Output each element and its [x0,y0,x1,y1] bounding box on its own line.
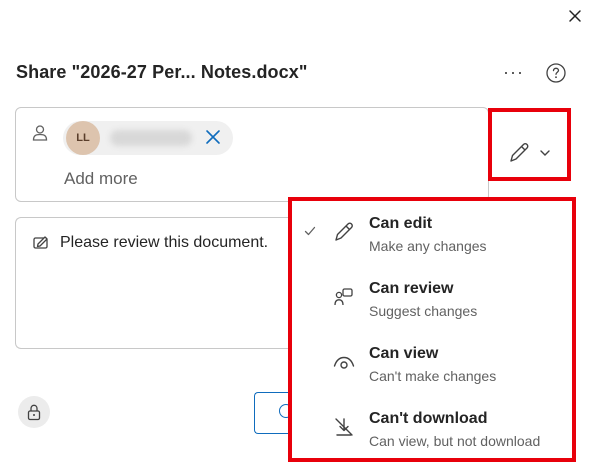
more-options-button[interactable]: ··· [503,62,524,83]
close-icon [569,10,581,22]
permission-menu: Can edit Make any changes Can review Sug… [288,197,576,462]
menu-item-can-view[interactable]: Can view Can't make changes [292,345,572,409]
menu-item-label: Can't download [369,410,488,427]
menu-item-label: Can review [369,280,454,297]
eye-icon [332,350,356,374]
menu-item-description: Make any changes [369,238,487,254]
message-text[interactable]: Please review this document. [60,234,268,252]
chevron-down-icon [538,146,552,158]
avatar: LL [66,121,100,155]
add-more-input[interactable]: Add more [64,169,138,189]
dialog-title: Share "2026-27 Per... Notes.docx" [16,62,308,82]
close-icon [206,130,220,144]
menu-item-description: Can't make changes [369,368,497,384]
close-button[interactable] [563,4,587,28]
menu-item-description: Can view, but not download [369,433,541,449]
menu-item-cant-download[interactable]: Can't download Can view, but not downloa… [292,410,572,474]
menu-item-can-edit[interactable]: Can edit Make any changes [292,215,572,279]
remove-recipient-button[interactable] [203,127,223,147]
checkmark-icon [302,223,318,239]
pencil-icon [332,220,356,244]
link-settings-button[interactable] [18,396,50,428]
question-circle-icon [546,63,566,83]
menu-item-can-review[interactable]: Can review Suggest changes [292,280,572,344]
person-icon [31,124,49,142]
review-icon [332,285,356,309]
pencil-icon [506,140,532,166]
recipient-name-redacted [110,130,192,146]
message-edit-icon [32,233,50,251]
lock-icon [27,404,41,421]
no-download-icon [332,415,356,439]
help-button[interactable] [545,62,567,84]
menu-item-label: Can edit [369,215,433,232]
menu-item-description: Suggest changes [369,303,478,319]
menu-item-label: Can view [369,345,439,362]
